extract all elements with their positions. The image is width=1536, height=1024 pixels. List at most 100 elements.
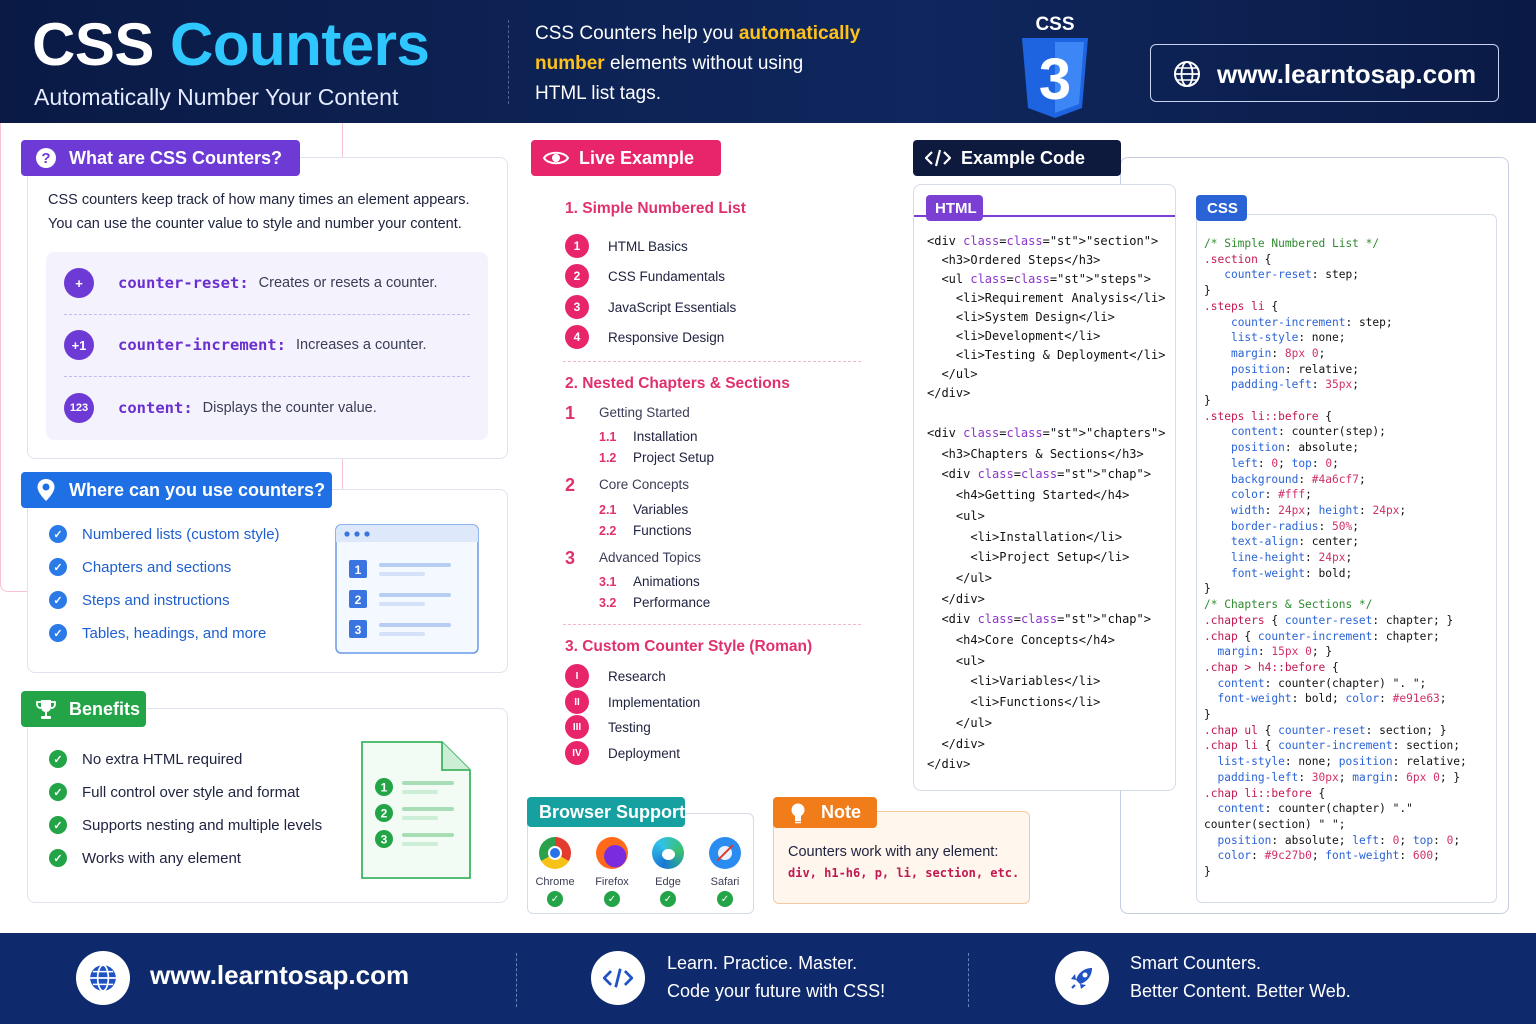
svg-text:3: 3	[355, 623, 362, 637]
css-code-line: .chap li::before {	[1204, 786, 1326, 800]
chapter-number: 1	[565, 403, 576, 423]
roman-badge: II	[565, 690, 589, 714]
prop-key: counter-increment:	[118, 336, 286, 354]
where-title-pill: Where can you use counters?	[21, 472, 332, 508]
browser-label: Firefox	[595, 876, 629, 888]
chapter-title: Core Concepts	[599, 477, 690, 492]
numbered-list-window-icon: 1 2 3	[335, 524, 479, 654]
live-divider	[563, 624, 861, 625]
browser-title-pill: Browser Support	[527, 797, 685, 827]
css-code-line: margin: 15px 0; }	[1217, 645, 1333, 659]
live-list-item: 3 JavaScript Essentials	[565, 295, 736, 319]
where-title: Where can you use counters?	[69, 479, 326, 500]
where-item: ✓ Numbered lists (custom style)	[49, 525, 280, 543]
footer-right-line1: Smart Counters.	[1130, 953, 1262, 973]
header-url[interactable]: www.learntosap.com	[1217, 59, 1476, 90]
section-title: Installation	[633, 429, 698, 444]
edge-icon	[652, 837, 684, 869]
what-title-pill: ? What are CSS Counters?	[21, 140, 300, 176]
eye-icon	[543, 145, 569, 171]
svg-text:2: 2	[381, 807, 388, 821]
code-title: Example Code	[961, 147, 1086, 168]
browser-label: Edge	[655, 876, 681, 888]
html-code-line: </ul>	[927, 367, 978, 381]
document-list-icon: 1 2 3	[361, 741, 471, 879]
html-code-line: <h4>Getting Started</h4>	[927, 488, 1130, 503]
prop-desc: Increases a counter.	[295, 337, 427, 353]
footer-divider	[968, 953, 969, 1007]
footer-globe-badge	[76, 951, 130, 1005]
css-code-line: color: #9c27b0; font-weight: 600;	[1217, 849, 1440, 863]
where-item: ✓ Steps and instructions	[49, 591, 230, 609]
section-number: 3.2	[599, 596, 617, 610]
css-logo-text: CSS	[1035, 14, 1074, 35]
browser-title: Browser Support	[539, 801, 686, 822]
benefit-item: ✓ Supports nesting and multiple levels	[49, 816, 322, 834]
code-icon	[925, 145, 951, 171]
html-code-line: <li>Functions</li>	[927, 695, 1101, 710]
html-code-line: <div class=class="st">"section">	[927, 234, 1159, 248]
code-icon	[603, 968, 633, 988]
live-list-item: 1 HTML Basics	[565, 234, 688, 258]
css-code-line: }	[1204, 284, 1211, 298]
html-code-line: <h4>Core Concepts</h4>	[927, 633, 1115, 647]
css-code-line: }	[1204, 708, 1211, 721]
number-badge: 3	[565, 295, 589, 319]
footer-mid-line2: Code your future with CSS!	[667, 981, 886, 1001]
section-number: 1.1	[599, 430, 617, 444]
html-code-line: <div class=class="st">"chapters">	[927, 426, 1166, 440]
page-subtitle: Automatically Number Your Content	[34, 84, 399, 110]
css-code-line: .chapters { counter-reset: chapter; }	[1204, 613, 1454, 627]
number-badge: 4	[565, 325, 589, 349]
prop-key: content:	[118, 399, 193, 417]
css-shield-logo: CSS 3	[1022, 14, 1088, 118]
footer-code-badge	[591, 951, 645, 1005]
globe-icon	[90, 964, 116, 992]
css-code-line: .steps li::before {	[1204, 409, 1332, 423]
section-title: Animations	[633, 574, 700, 589]
css-code-line: font-weight: bold;	[1230, 566, 1353, 580]
footer-bar: www.learntosap.com Learn. Practice. Mast…	[0, 933, 1536, 1024]
trophy-icon	[33, 696, 59, 722]
css-code-line: counter-reset: step;	[1224, 268, 1359, 282]
live-section1-heading: 1. Simple Numbered List	[565, 200, 746, 217]
css-code-line: background: #4a6cf7;	[1230, 472, 1366, 486]
roman-badge: I	[565, 664, 589, 688]
chapter-title: Advanced Topics	[599, 550, 701, 565]
number-badge: 1	[565, 234, 589, 258]
html-code-line: <ul>	[927, 653, 985, 668]
location-pin-icon	[33, 477, 59, 503]
footer-url[interactable]: www.learntosap.com	[150, 961, 409, 989]
css-code-line: .steps li {	[1204, 299, 1279, 313]
check-icon: ✓	[49, 783, 67, 801]
css-code-line: content: counter(step);	[1230, 425, 1386, 439]
css-code-line: padding-left: 35px;	[1230, 378, 1359, 392]
header-description: CSS Counters help you automatically numbe…	[535, 23, 861, 104]
safari-icon	[709, 837, 741, 869]
html-code-line: <li>Installation</li>	[927, 529, 1123, 544]
html-code-line: <div class=class="st">"chap">	[927, 467, 1151, 482]
html-code-line: </div>	[927, 386, 971, 400]
header-url-box[interactable]: www.learntosap.com	[1150, 44, 1499, 102]
css-tab[interactable]: CSS	[1196, 195, 1247, 221]
html-code-line: </div>	[927, 757, 971, 772]
html-code-line: </ul>	[927, 715, 993, 730]
css-code-line: .chap li { counter-increment: section;	[1204, 739, 1460, 753]
html-tab[interactable]: HTML	[926, 195, 983, 221]
live-divider	[563, 361, 861, 362]
css-code-line: content: counter(chapter) ". ";	[1217, 676, 1427, 690]
what-title: What are CSS Counters?	[69, 147, 283, 168]
note-text: Counters work with any element:	[788, 844, 999, 860]
section-number: 2.2	[599, 524, 617, 538]
css-code-line: .section {	[1204, 252, 1272, 266]
plus-badge: +	[64, 268, 94, 298]
live-roman-item: I Research	[565, 664, 666, 688]
browser-label: Safari	[710, 876, 740, 888]
check-icon: ✓	[49, 624, 67, 642]
section-title: Functions	[633, 523, 692, 538]
footer-rocket-badge	[1055, 951, 1109, 1005]
css-code-line: .chap { counter-increment: chapter;	[1204, 629, 1440, 643]
where-item: ✓ Chapters and sections	[49, 558, 231, 576]
live-section3-heading: 3. Custom Counter Style (Roman)	[565, 638, 813, 655]
css-code-line: }	[1204, 582, 1211, 596]
